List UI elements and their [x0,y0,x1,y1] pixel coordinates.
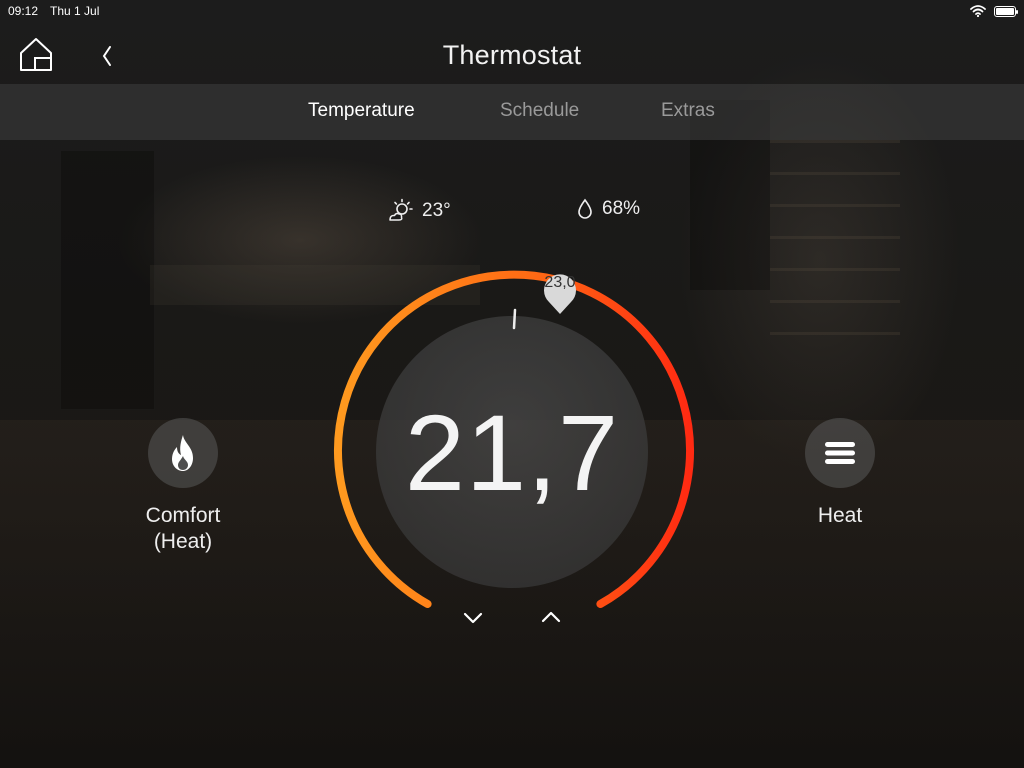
comfort-mode-label-line2: (Heat) [153,530,213,553]
outdoor-temperature: 23° [388,198,451,224]
tab-temperature[interactable]: Temperature [308,100,415,122]
humidity-value: 68% [602,198,641,219]
tab-bar: Temperature Schedule Extras [0,84,1024,140]
battery-icon [994,5,1018,17]
tab-schedule[interactable]: Schedule [500,100,579,122]
droplet-icon [578,198,592,219]
menu-lines-icon [825,442,855,464]
decrease-temp-button[interactable] [459,604,487,632]
comfort-mode-label: Comfort (Heat) [133,503,233,555]
humidity: 68% [576,198,640,220]
current-temp-tick [512,308,517,330]
setpoint-handle[interactable]: 23,0 [536,268,584,316]
flame-icon [172,435,193,471]
hvac-mode-button[interactable] [805,418,875,488]
app-header: Thermostat [0,22,1024,84]
setpoint-value: 23,0 [544,274,576,291]
comfort-mode-label-line1: Comfort [145,504,221,527]
comfort-mode-button[interactable] [148,418,218,488]
tab-extras[interactable]: Extras [661,100,715,122]
current-temperature: 21,7 [404,392,620,513]
chevron-down-icon [463,612,483,624]
page-title: Thermostat [442,40,582,70]
status-bar: 09:12 Thu 1 Jul [0,0,1024,22]
status-time: 09:12 [8,4,39,18]
increase-temp-button[interactable] [537,604,565,632]
wifi-icon [970,5,986,17]
sun-cloud-icon [389,198,413,221]
chevron-up-icon [541,611,561,623]
temperature-dial[interactable]: 21,7 23,0 [322,262,702,642]
hvac-mode-label: Heat [817,504,863,527]
status-date: Thu 1 Jul [50,4,100,18]
outdoor-temp-value: 23° [422,200,451,221]
